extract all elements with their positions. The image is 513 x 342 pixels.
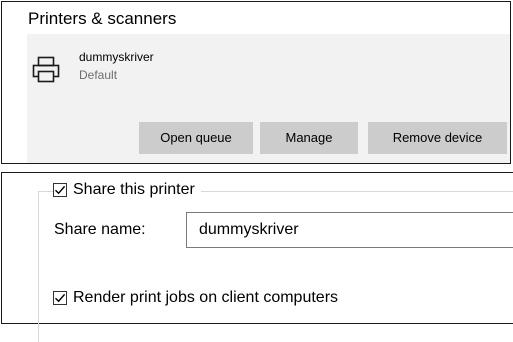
printer-name: dummyskriver xyxy=(79,50,154,64)
checkmark-icon xyxy=(55,185,66,195)
render-jobs-checkbox[interactable] xyxy=(53,291,67,305)
panel-title: Printers & scanners xyxy=(28,9,177,28)
printers-scanners-panel: Printers & scanners dummyskriver Default… xyxy=(1,1,511,164)
sharing-panel: Share this printer Share name: dummyskri… xyxy=(1,172,513,342)
share-printer-option[interactable]: Share this printer xyxy=(53,181,201,199)
remove-device-button[interactable]: Remove device xyxy=(368,122,507,154)
printer-icon xyxy=(31,54,61,84)
open-queue-button[interactable]: Open queue xyxy=(139,122,253,154)
checkmark-icon xyxy=(55,293,66,303)
share-printer-checkbox[interactable] xyxy=(53,183,67,197)
render-jobs-label[interactable]: Render print jobs on client computers xyxy=(73,289,338,307)
manage-button[interactable]: Manage xyxy=(260,122,358,154)
render-jobs-option[interactable]: Render print jobs on client computers xyxy=(53,289,338,307)
share-name-input[interactable]: dummyskriver xyxy=(186,212,513,248)
share-printer-label[interactable]: Share this printer xyxy=(73,181,195,199)
printer-card[interactable]: dummyskriver Default Open queue Manage R… xyxy=(27,34,510,163)
share-name-label: Share name: xyxy=(54,221,146,238)
printer-status: Default xyxy=(79,68,118,82)
